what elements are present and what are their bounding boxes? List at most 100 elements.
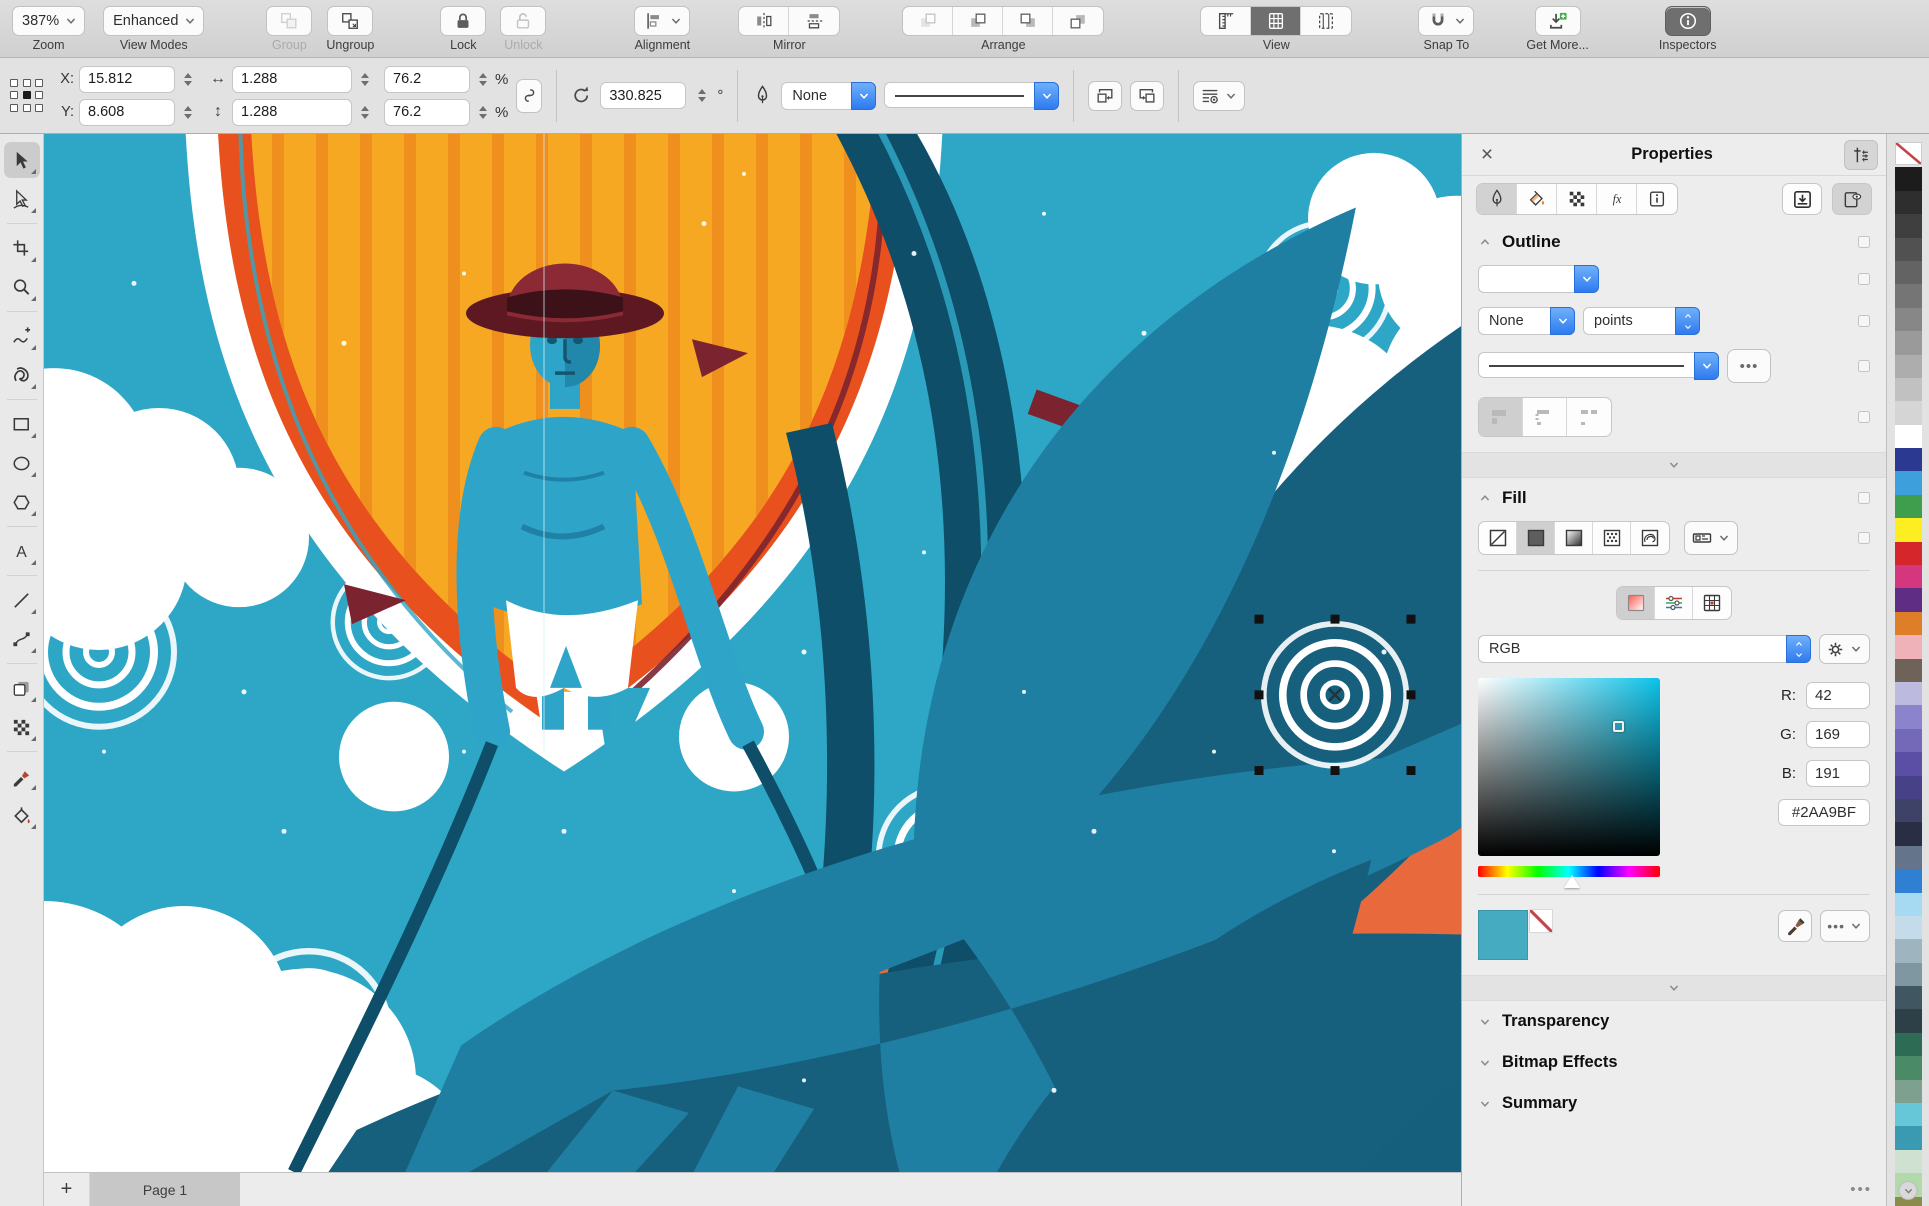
outline-settings-more-button[interactable]: ••• xyxy=(1727,349,1771,383)
mirror-horizontal-button[interactable] xyxy=(739,7,790,35)
palette-swatch[interactable] xyxy=(1894,1079,1922,1104)
palette-swatch[interactable] xyxy=(1894,705,1922,729)
transparency-section-header[interactable]: Transparency xyxy=(1462,1001,1886,1042)
x-position-field[interactable]: 15.812 xyxy=(79,65,175,93)
tab-outline[interactable] xyxy=(1477,184,1517,214)
palette-swatch[interactable] xyxy=(1894,401,1922,425)
palette-swatch[interactable] xyxy=(1894,307,1922,332)
palette-swatch[interactable] xyxy=(1894,658,1922,682)
ellipse-tool[interactable] xyxy=(4,445,40,481)
b-value-field[interactable]: 191 xyxy=(1806,760,1870,787)
palette-swatch[interactable] xyxy=(1894,986,1922,1010)
palette-swatch[interactable] xyxy=(1894,424,1922,449)
mirror-vertical-button[interactable] xyxy=(789,7,839,35)
palette-swatch[interactable] xyxy=(1894,681,1922,706)
text-tool[interactable] xyxy=(4,533,40,569)
lock-button[interactable] xyxy=(440,6,487,36)
fill-pattern-button[interactable] xyxy=(1593,522,1631,554)
preview-toggle-button[interactable] xyxy=(1832,183,1872,215)
palette-swatch[interactable] xyxy=(1894,892,1922,916)
zoom-tool[interactable] xyxy=(4,269,40,305)
palette-swatch[interactable] xyxy=(1894,214,1922,238)
hex-value-field[interactable]: #2AA9BF xyxy=(1778,799,1870,826)
object-options-dropdown[interactable] xyxy=(1193,80,1246,111)
palette-swatch[interactable] xyxy=(1894,611,1922,636)
palette-swatch[interactable] xyxy=(1894,915,1922,940)
color-palettes-button[interactable] xyxy=(1693,587,1731,619)
y-stepper[interactable] xyxy=(180,99,195,126)
palette-swatch[interactable] xyxy=(1894,284,1922,308)
palette-swatch[interactable] xyxy=(1894,1103,1922,1127)
scale-height-field[interactable]: 76.2 xyxy=(384,98,470,126)
width-stepper[interactable] xyxy=(357,66,372,93)
palette-swatch[interactable] xyxy=(1894,1149,1922,1174)
palette-swatch[interactable] xyxy=(1894,190,1922,215)
palette-swatch[interactable] xyxy=(1894,728,1922,753)
unlock-button[interactable] xyxy=(500,6,547,36)
palette-swatch[interactable] xyxy=(1894,518,1922,542)
polygon-tool[interactable] xyxy=(4,484,40,520)
lock-ratio-button[interactable] xyxy=(516,78,543,113)
outline-line-style-button[interactable] xyxy=(1694,352,1719,380)
zoom-level-dropdown[interactable]: 387% xyxy=(12,6,86,36)
color-eyedropper-tool[interactable] xyxy=(4,758,40,794)
rotation-angle-field[interactable]: 330.825 xyxy=(600,82,687,109)
outline-width-dropdown-button[interactable] xyxy=(851,81,877,110)
anchor-point-selector[interactable] xyxy=(10,78,44,113)
palette-swatch[interactable] xyxy=(1894,494,1922,519)
view-modes-dropdown[interactable]: Enhanced xyxy=(103,6,205,36)
shape-tool[interactable] xyxy=(4,181,40,217)
palette-swatch[interactable] xyxy=(1894,1056,1922,1080)
fill-section-header[interactable]: Fill xyxy=(1462,478,1886,514)
export-style-button[interactable] xyxy=(1782,183,1822,215)
hue-slider-marker[interactable] xyxy=(1563,875,1580,888)
outline-style-dropdown-button[interactable] xyxy=(1034,81,1060,110)
fill-collapse-band[interactable] xyxy=(1462,975,1886,1001)
bezier-tool[interactable] xyxy=(4,621,40,657)
palette-swatch[interactable] xyxy=(1894,448,1922,472)
tab-effects[interactable] xyxy=(1597,184,1637,214)
palette-swatch[interactable] xyxy=(1894,822,1922,846)
fill-fountain-button[interactable] xyxy=(1555,522,1593,554)
palette-swatch[interactable] xyxy=(1894,798,1922,823)
arrange-forward-button[interactable] xyxy=(953,7,1004,35)
palette-scroll-button[interactable] xyxy=(1898,1181,1918,1200)
current-outline-swatch[interactable] xyxy=(1529,909,1553,933)
palette-swatch[interactable] xyxy=(1894,354,1922,378)
fill-more-dropdown[interactable]: ••• xyxy=(1820,910,1870,942)
height-field[interactable]: 1.288 xyxy=(232,98,352,126)
y-position-field[interactable]: 8.608 xyxy=(79,98,175,126)
summary-section-header[interactable]: Summary xyxy=(1462,1083,1886,1124)
inspectors-button[interactable] xyxy=(1664,6,1711,36)
eyedropper-button[interactable] xyxy=(1778,910,1813,942)
fill-library-dropdown[interactable] xyxy=(1684,521,1738,555)
outline-width-checkbox[interactable] xyxy=(1858,315,1870,327)
corner-style-round-button[interactable] xyxy=(1523,398,1567,436)
g-value-field[interactable]: 169 xyxy=(1806,721,1870,748)
palette-swatch[interactable] xyxy=(1894,752,1922,776)
palette-swatch[interactable] xyxy=(1894,635,1922,659)
palette-swatch[interactable] xyxy=(1894,237,1922,261)
bitmap-effects-section-header[interactable]: Bitmap Effects xyxy=(1462,1042,1886,1083)
palette-swatch[interactable] xyxy=(1894,260,1922,285)
panel-more-button[interactable]: ••• xyxy=(1850,1181,1872,1198)
outline-width-dropdown[interactable]: None xyxy=(781,81,877,110)
height-stepper[interactable] xyxy=(357,99,372,126)
view-rulers-button[interactable] xyxy=(1201,7,1252,35)
palette-swatch[interactable] xyxy=(1894,1032,1922,1057)
outline-units-dropdown[interactable]: points xyxy=(1583,307,1700,335)
close-icon[interactable]: × xyxy=(1474,142,1500,168)
tab-fill[interactable] xyxy=(1517,184,1557,214)
corner-style-bevel-button[interactable] xyxy=(1567,398,1611,436)
palette-swatch[interactable] xyxy=(1894,1009,1922,1033)
outline-line-style-dropdown[interactable] xyxy=(1478,352,1719,380)
ungroup-button[interactable] xyxy=(327,6,374,36)
color-field[interactable] xyxy=(1478,678,1660,856)
fill-none-button[interactable] xyxy=(1479,522,1517,554)
palette-swatch[interactable] xyxy=(1894,869,1922,893)
rectangle-tool[interactable] xyxy=(4,406,40,442)
fill-uniform-button[interactable] xyxy=(1517,522,1555,554)
view-page-button[interactable] xyxy=(1301,7,1351,35)
color-model-dropdown[interactable]: RGB xyxy=(1478,635,1811,663)
palette-swatch[interactable] xyxy=(1894,1126,1922,1150)
